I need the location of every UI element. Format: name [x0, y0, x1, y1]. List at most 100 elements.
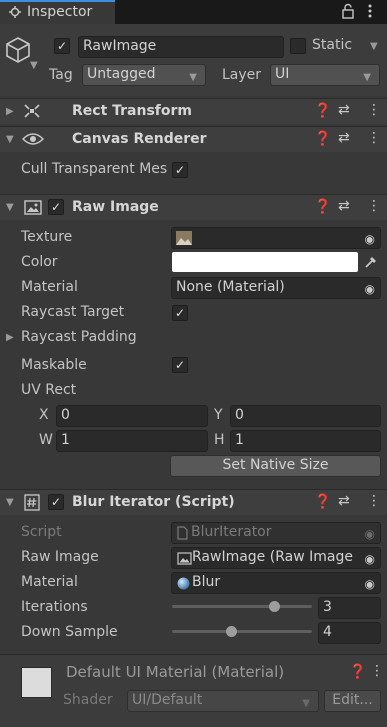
tag-chevron-icon: ▼ — [189, 72, 197, 83]
raycast-padding-label[interactable]: Raycast Padding — [21, 329, 137, 345]
layer-chevron-icon: ▼ — [363, 72, 371, 83]
cull-transparent-label: Cull Transparent Mes — [21, 161, 168, 177]
iterations-slider[interactable] — [172, 599, 312, 615]
material-label: Material — [21, 279, 78, 295]
script-picker-icon: ◉ — [364, 527, 375, 541]
tab-inspector[interactable]: Inspector — [0, 0, 115, 24]
tag-value: Untagged — [87, 66, 156, 82]
raycast-target-checkbox[interactable]: ✓ — [172, 305, 188, 321]
raw-image-menu-icon[interactable]: ⋮ — [367, 198, 381, 214]
blur-iterator-enabled-checkbox[interactable]: ✓ — [48, 494, 64, 510]
script-hash-icon — [24, 494, 40, 515]
shader-edit-button[interactable]: Edit... — [324, 690, 381, 712]
blur-raw-image-value: RawImage (Raw Image — [192, 549, 353, 565]
shader-chevron-icon: ▼ — [302, 698, 310, 709]
blur-iterator-foldout-icon[interactable]: ▼ — [6, 497, 14, 508]
blur-raw-image-field[interactable]: RawImage (Raw Image ◉ — [171, 547, 381, 569]
iterations-field[interactable]: 3 — [318, 597, 381, 619]
blur-material-field[interactable]: Blur ◉ — [171, 572, 381, 594]
blur-material-value: Blur — [192, 574, 221, 590]
blur-raw-image-label: Raw Image — [21, 549, 99, 565]
blur-material-label: Material — [21, 574, 78, 590]
material-value: None (Material) — [176, 279, 285, 295]
blur-iterator-help-icon[interactable]: ❓ — [314, 494, 331, 510]
active-checkbox[interactable]: ✓ — [54, 38, 70, 54]
material-footer-menu-icon[interactable]: ⋮ — [370, 663, 384, 679]
shader-dropdown: UI/Default ▼ — [127, 690, 319, 712]
shader-label: Shader — [63, 692, 113, 708]
shader-value: UI/Default — [132, 692, 203, 708]
inspector-icon — [8, 5, 22, 23]
material-sphere-icon — [177, 577, 190, 593]
rect-transform-menu-icon[interactable]: ⋮ — [367, 102, 381, 118]
blur-raw-image-icon — [177, 552, 192, 568]
tab-title: Inspector — [27, 4, 93, 20]
uv-rect-label: UV Rect — [21, 382, 77, 398]
canvas-renderer-preset-icon[interactable]: ⇄ — [338, 130, 350, 146]
maskable-checkbox[interactable]: ✓ — [172, 357, 188, 373]
uv-h-field[interactable]: 1 — [230, 430, 381, 452]
rect-transform-help-icon[interactable]: ❓ — [314, 103, 331, 119]
layer-label: Layer — [222, 67, 262, 83]
icon-dropdown-arrow-icon[interactable]: ▼ — [30, 60, 38, 71]
rect-transform-preset-icon[interactable]: ⇄ — [338, 102, 350, 118]
lock-icon[interactable] — [341, 3, 355, 23]
raw-image-enabled-checkbox[interactable]: ✓ — [48, 199, 64, 215]
uv-w-field[interactable]: 1 — [56, 430, 208, 452]
static-label: Static — [312, 37, 353, 53]
uv-h-label: H — [214, 432, 225, 448]
raw-image-foldout-icon[interactable]: ▼ — [6, 202, 14, 213]
canvas-renderer-menu-icon[interactable]: ⋮ — [367, 130, 381, 146]
uv-x-field[interactable]: 0 — [56, 405, 208, 427]
gameobject-name-field[interactable]: RawImage — [78, 36, 284, 58]
material-preview-swatch[interactable] — [21, 667, 52, 698]
gameobject-cube-icon[interactable] — [5, 36, 31, 68]
tag-label: Tag — [49, 67, 73, 83]
blur-material-picker-icon[interactable]: ◉ — [365, 575, 375, 593]
static-checkbox[interactable] — [290, 38, 306, 54]
color-label: Color — [21, 254, 58, 270]
raw-image-help-icon[interactable]: ❓ — [314, 199, 331, 215]
blur-iterator-menu-icon[interactable]: ⋮ — [367, 493, 381, 509]
down-sample-label: Down Sample — [21, 624, 118, 640]
texture-picker-icon[interactable]: ◉ — [365, 230, 375, 248]
down-sample-slider-track — [172, 630, 312, 633]
iterations-label: Iterations — [21, 599, 88, 615]
material-footer-title: Default UI Material (Material) — [66, 663, 285, 681]
canvas-renderer-foldout-icon[interactable]: ▼ — [6, 134, 14, 145]
down-sample-slider-thumb[interactable] — [226, 626, 238, 637]
material-field[interactable]: None (Material) ◉ — [171, 277, 381, 299]
script-value: BlurIterator — [191, 524, 272, 540]
color-swatch[interactable] — [172, 252, 358, 272]
raw-image-icon — [24, 200, 42, 219]
uv-w-label: W — [39, 432, 53, 448]
blur-iterator-preset-icon[interactable]: ⇄ — [338, 493, 350, 509]
raw-image-preset-icon[interactable]: ⇄ — [338, 198, 350, 214]
layer-value: UI — [275, 66, 290, 82]
maskable-label: Maskable — [21, 357, 87, 373]
uv-x-label: X — [39, 407, 49, 423]
rect-transform-foldout-icon[interactable]: ▶ — [6, 106, 14, 117]
raycast-padding-foldout-icon[interactable]: ▶ — [6, 332, 14, 343]
material-picker-icon[interactable]: ◉ — [365, 280, 375, 298]
texture-field[interactable]: ◉ — [171, 227, 381, 249]
uv-y-label: Y — [214, 407, 223, 423]
blur-iterator-title: Blur Iterator (Script) — [72, 494, 235, 510]
material-footer-help-icon[interactable]: ❓ — [349, 664, 366, 680]
canvas-renderer-help-icon[interactable]: ❓ — [314, 131, 331, 147]
tab-menu-icon[interactable] — [367, 3, 373, 23]
iterations-slider-thumb[interactable] — [268, 601, 280, 612]
tag-dropdown[interactable]: Untagged ▼ — [82, 64, 206, 86]
texture-thumbnail-icon — [176, 231, 192, 248]
cull-transparent-checkbox[interactable]: ✓ — [172, 162, 188, 178]
script-label: Script — [21, 524, 62, 540]
blur-raw-image-picker-icon[interactable]: ◉ — [365, 550, 375, 568]
down-sample-slider[interactable] — [172, 624, 312, 640]
set-native-size-button[interactable]: Set Native Size — [170, 455, 381, 477]
eyedropper-icon[interactable] — [364, 255, 378, 273]
raycast-target-label: Raycast Target — [21, 304, 125, 320]
static-dropdown-icon[interactable]: ▼ — [370, 41, 378, 52]
layer-dropdown[interactable]: UI ▼ — [270, 64, 380, 86]
uv-y-field[interactable]: 0 — [230, 405, 381, 427]
down-sample-field[interactable]: 4 — [318, 622, 381, 644]
